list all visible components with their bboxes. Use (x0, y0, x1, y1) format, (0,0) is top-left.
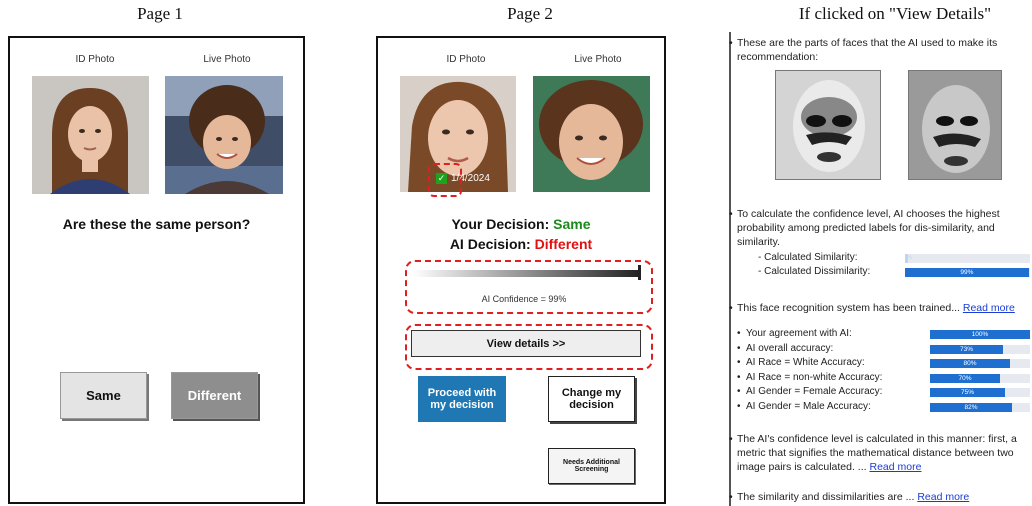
screening-line2: Screening (574, 466, 609, 473)
metric-bar-fill: 82% (930, 402, 1012, 412)
metric-bar: 80% (930, 359, 1030, 368)
b3-text: This face recognition system has been tr… (737, 302, 960, 314)
view-details-button[interactable]: View details >> (411, 330, 641, 357)
same-button[interactable]: Same (60, 372, 147, 419)
change-decision-button[interactable]: Change my decision (548, 376, 635, 422)
confidence-highlight (405, 260, 653, 314)
calc-dissimilarity-fill: 99% (905, 268, 1029, 277)
confidence-marker (638, 265, 641, 280)
metric-bar: 70% (930, 373, 1030, 383)
metric-label: Your agreement with AI: (737, 328, 852, 339)
b1-line2: recommendation: (737, 51, 819, 63)
b4-line3-text: image pairs is calculated. ... (737, 461, 867, 473)
page1-live-photo-label: Live Photo (203, 54, 251, 65)
metric-bar: 100% (930, 330, 1030, 339)
page1-live-photo (165, 76, 283, 194)
b2-line3: similarity. (737, 236, 780, 248)
calc-similarity-label: - Calculated Similarity: (758, 252, 858, 263)
details-bullet-heatmaps: These are the parts of faces that the AI… (729, 36, 1027, 64)
caption-page1: Page 1 (137, 4, 183, 23)
confidence-text: AI Confidence = 99% (481, 294, 567, 304)
change-button-line2: decision (569, 399, 614, 411)
different-button[interactable]: Different (171, 372, 258, 419)
details-bullet-similarity: The similarity and dissimilarities are .… (729, 490, 1027, 504)
read-more-link-1[interactable]: Read more (963, 302, 1015, 314)
metric-bar-fill: 73% (930, 344, 1003, 354)
details-bullet-trained: This face recognition system has been tr… (729, 301, 1027, 315)
ai-decision: AI Decision: Different (378, 236, 664, 252)
confidence-gradient-bar (412, 270, 640, 277)
b4-line3: image pairs is calculated. ... Read more (737, 460, 1027, 474)
page1-question: Are these the same person? (62, 216, 251, 232)
metric-bar-fill: 75% (930, 388, 1005, 397)
metric-bar: 75% (930, 388, 1030, 397)
details-bullet-confidence: To calculate the confidence level, AI ch… (729, 207, 1027, 249)
calc-similarity-fill: 1% (905, 254, 913, 263)
read-more-link-2[interactable]: Read more (869, 461, 921, 473)
b2-line2: probability among predicted labels for d… (737, 222, 995, 234)
details-bullet-calc: The AI's confidence level is calculated … (729, 432, 1027, 474)
b1-line1: These are the parts of faces that the AI… (737, 37, 998, 49)
b5-text: The similarity and dissimilarities are .… (737, 491, 915, 503)
proceed-button-line2: my decision (430, 399, 494, 411)
your-decision-value: Same (553, 216, 591, 232)
metric-label: AI Race = non-white Accuracy: (737, 372, 882, 383)
caption-details: If clicked on "View Details" (798, 4, 992, 23)
page1-id-photo (32, 76, 149, 194)
needs-screening-button[interactable]: Needs Additional Screening (548, 448, 635, 484)
metric-label: AI overall accuracy: (737, 343, 833, 354)
b4-line2: metric that signifies the mathematical d… (737, 447, 1014, 459)
your-decision: Your Decision: Same (378, 216, 664, 232)
b2-line1: To calculate the confidence level, AI ch… (737, 208, 1000, 220)
heatmap-live (908, 70, 1002, 180)
proceed-button-line1: Proceed with (427, 387, 497, 399)
date-highlight (428, 163, 462, 197)
screening-line1: Needs Additional (563, 459, 620, 466)
your-decision-label: Your Decision: (451, 216, 550, 232)
metric-label: AI Race = White Accuracy: (737, 357, 865, 368)
page2-frame: ID Photo Live Photo ✓ 1/4/2024 Your Deci… (376, 36, 666, 504)
ai-decision-value: Different (534, 236, 593, 252)
metric-bar-fill: 70% (930, 373, 1000, 383)
metric-label: AI Gender = Male Accuracy: (737, 401, 871, 412)
page1-frame: ID Photo Live Photo Are these the same p… (8, 36, 305, 504)
change-button-line1: Change my (561, 387, 622, 399)
calc-dissimilarity-bar: 99% (905, 268, 1030, 277)
caption-page2: Page 2 (507, 4, 553, 23)
metric-label: AI Gender = Female Accuracy: (737, 386, 882, 397)
metric-bar: 82% (930, 402, 1030, 412)
heatmap-id (775, 70, 881, 180)
page1-id-photo-label: ID Photo (75, 54, 115, 65)
b4-line1: The AI's confidence level is calculated … (737, 433, 1017, 445)
ai-decision-label: AI Decision: (449, 236, 531, 252)
metric-bar-fill: 80% (930, 359, 1010, 368)
page2-live-photo-label: Live Photo (574, 54, 622, 65)
metric-bar-fill: 100% (930, 330, 1030, 339)
read-more-link-3[interactable]: Read more (917, 491, 969, 503)
page2-id-photo-label: ID Photo (446, 54, 486, 65)
calc-similarity-bar: 1% (905, 254, 1030, 263)
page2-live-photo (533, 76, 650, 192)
metric-bar: 73% (930, 344, 1030, 354)
proceed-button[interactable]: Proceed with my decision (418, 376, 506, 422)
calc-dissimilarity-label: - Calculated Dissimilarity: (758, 266, 871, 277)
